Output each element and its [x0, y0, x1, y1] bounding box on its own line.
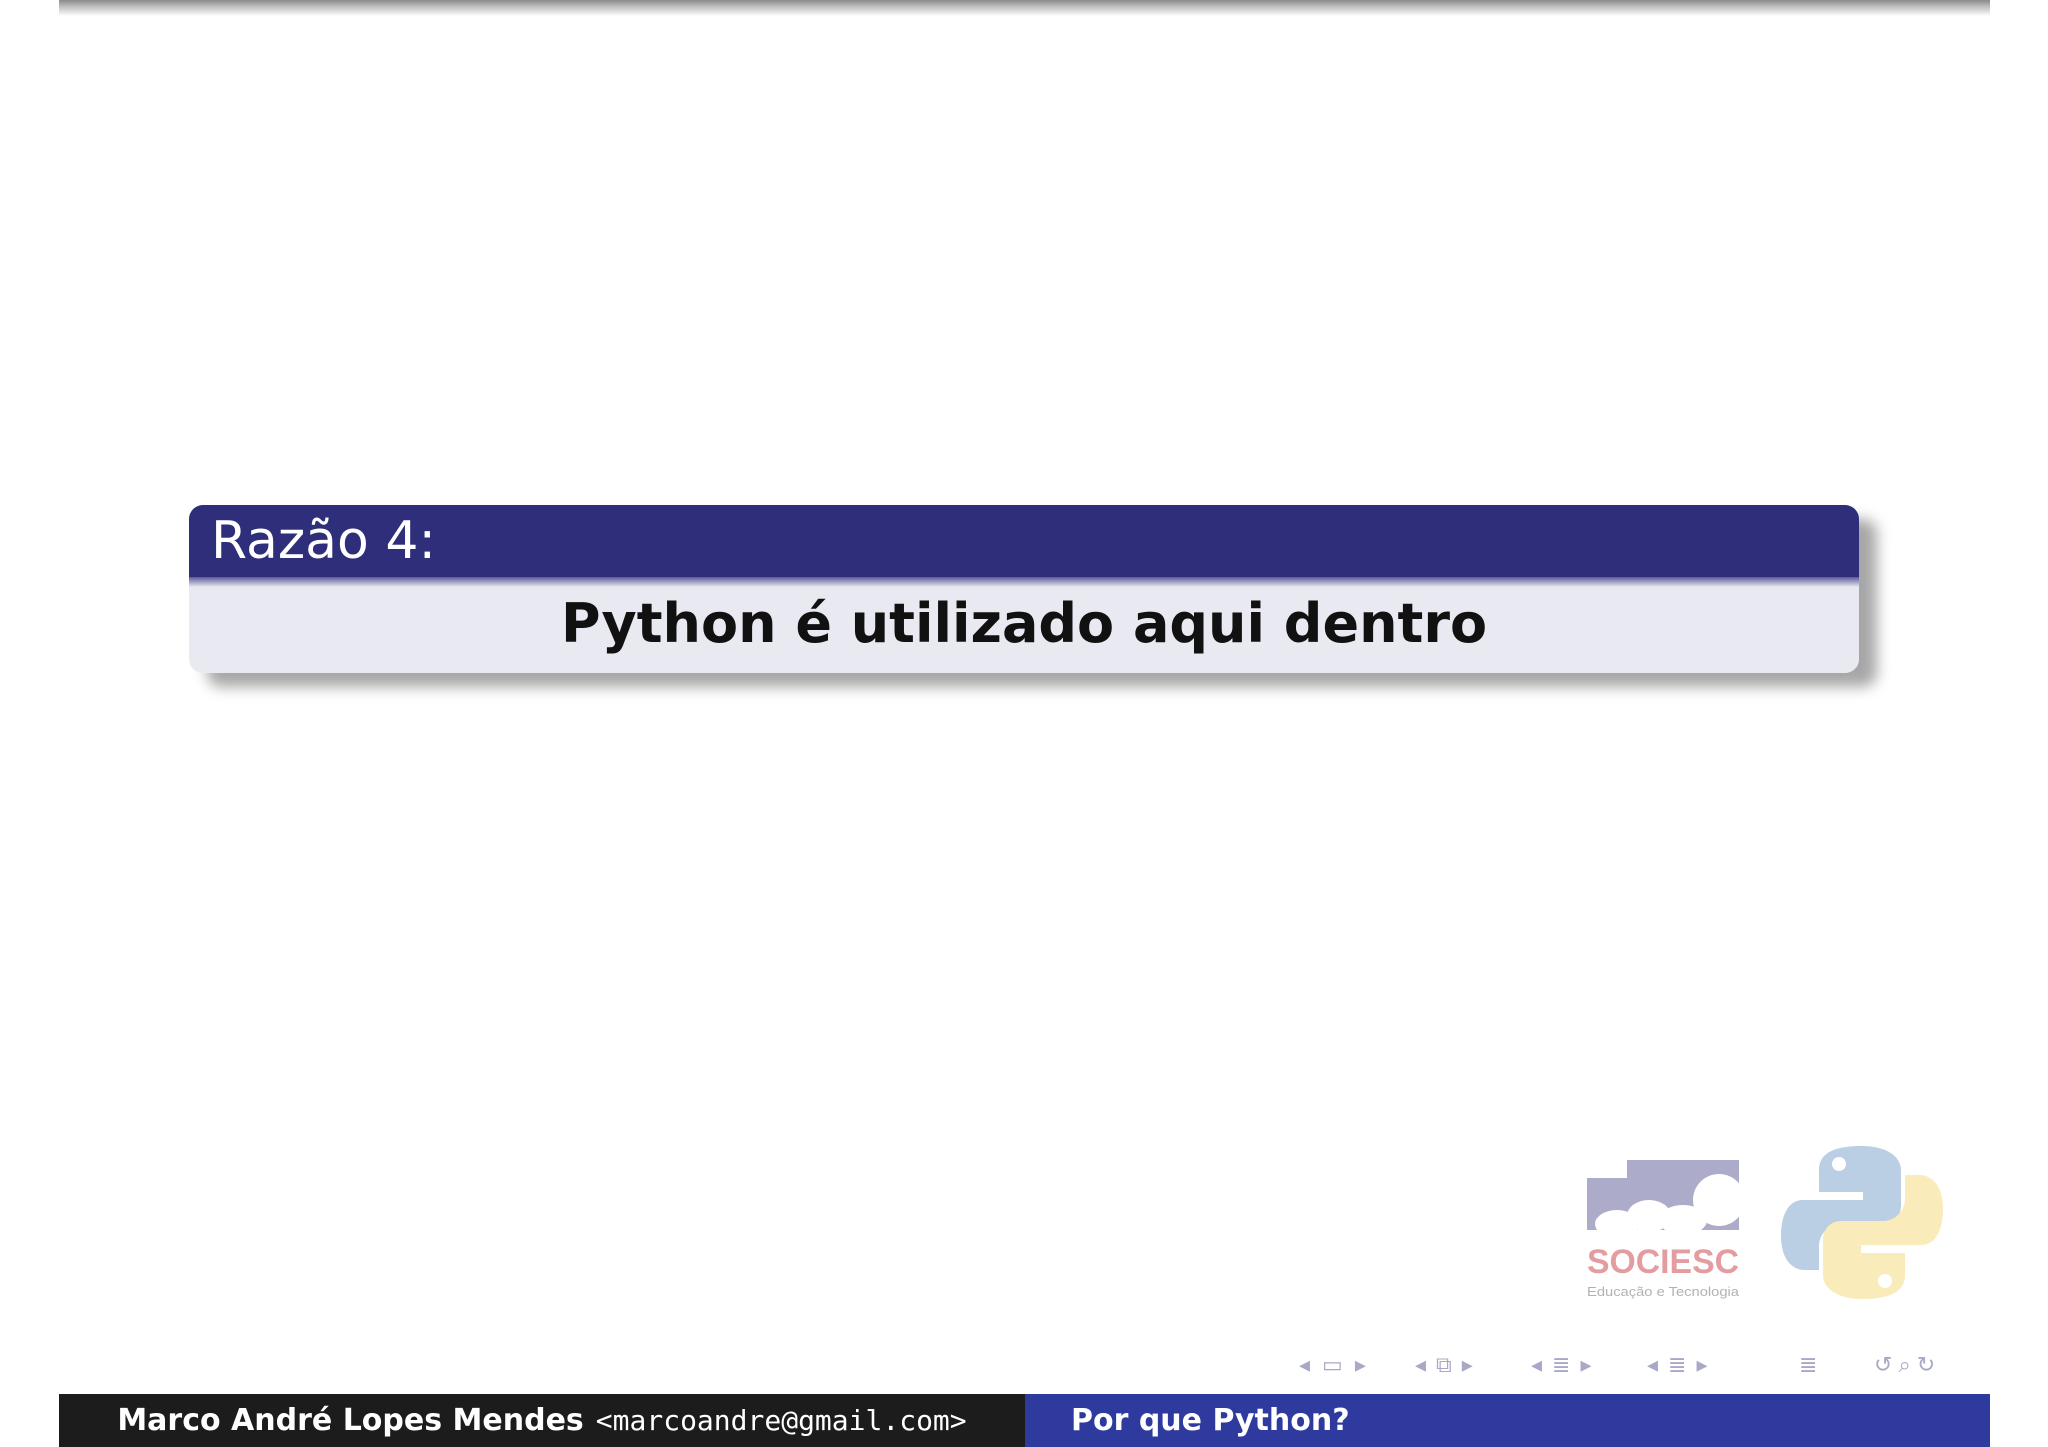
subsection-icon[interactable]: ⧉ — [1436, 1353, 1452, 1378]
slide-next-icon[interactable]: ▸ — [1696, 1353, 1707, 1378]
block-title: Razão 4: — [189, 505, 1859, 587]
slide-list-icon[interactable]: ≣ — [1668, 1353, 1686, 1378]
sociesc-logo-mark — [1587, 1160, 1739, 1238]
section-icon[interactable]: ≣ — [1552, 1353, 1570, 1378]
section-next-icon[interactable]: ▸ — [1580, 1353, 1591, 1378]
slide: Razão 4: Python é utilizado aqui dentro … — [59, 0, 1990, 1447]
nav-frame[interactable]: ◂ ▭ ▸ — [1299, 1350, 1366, 1380]
top-shadow — [59, 0, 1990, 16]
back-icon[interactable]: ↺ — [1874, 1353, 1892, 1378]
sociesc-logo: SOCIESC Educação e Tecnologia — [1587, 1160, 1739, 1299]
footer-title-area: Por que Python? — [1025, 1394, 1990, 1447]
nav-slide[interactable]: ◂ ≣ ▸ — [1647, 1350, 1708, 1380]
sociesc-name: SOCIESC — [1587, 1243, 1739, 1281]
appendix-icon[interactable]: ≣ — [1799, 1353, 1817, 1378]
footer: Marco André Lopes Mendes <marcoandre@gma… — [59, 1394, 1990, 1447]
forward-icon[interactable]: ↻ — [1917, 1353, 1935, 1378]
nav-appendix[interactable]: ≣ — [1799, 1350, 1817, 1380]
subsection-prev-icon[interactable]: ◂ — [1415, 1353, 1426, 1378]
python-logo-icon — [1781, 1146, 1943, 1299]
sociesc-tagline: Educação e Tecnologia — [1587, 1284, 1739, 1299]
nav-search[interactable]: ↺ ⌕ ↻ — [1874, 1350, 1935, 1380]
footer-author: Marco André Lopes Mendes — [117, 1403, 584, 1438]
section-prev-icon[interactable]: ◂ — [1531, 1353, 1542, 1378]
block-body: Python é utilizado aqui dentro — [189, 577, 1859, 673]
search-icon[interactable]: ⌕ — [1898, 1353, 1910, 1378]
reason-block: Razão 4: Python é utilizado aqui dentro — [189, 505, 1859, 673]
nav-section[interactable]: ◂ ≣ ▸ — [1531, 1350, 1592, 1380]
footer-author-area: Marco André Lopes Mendes <marcoandre@gma… — [59, 1394, 1025, 1447]
footer-email: <marcoandre@gmail.com> — [595, 1404, 967, 1437]
slide-prev-icon[interactable]: ◂ — [1647, 1353, 1658, 1378]
subsection-next-icon[interactable]: ▸ — [1462, 1353, 1473, 1378]
footer-title: Por que Python? — [1071, 1403, 1350, 1438]
frame-next-icon[interactable]: ▸ — [1355, 1353, 1366, 1378]
nav-subsection[interactable]: ◂ ⧉ ▸ — [1415, 1350, 1473, 1380]
frame-prev-icon[interactable]: ◂ — [1299, 1353, 1310, 1378]
frame-icon[interactable]: ▭ — [1322, 1353, 1343, 1378]
